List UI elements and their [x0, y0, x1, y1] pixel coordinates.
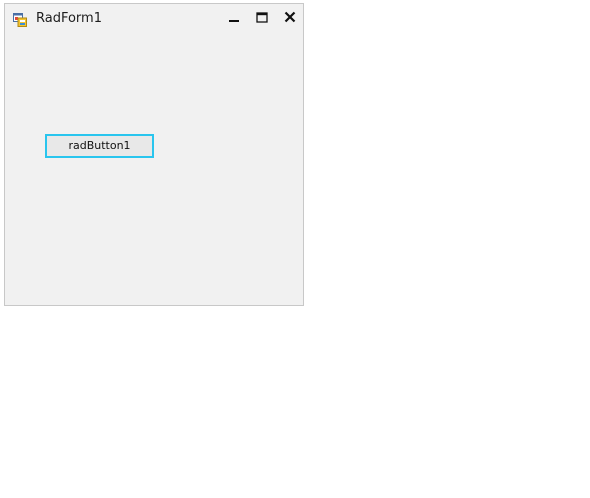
minimize-button[interactable] [223, 8, 245, 28]
app-form-icon [13, 12, 27, 27]
minimize-icon [229, 20, 239, 22]
maximize-button[interactable] [251, 8, 273, 28]
maximize-icon [256, 12, 268, 23]
rad-form-window: RadForm1 radButton1 [4, 3, 304, 306]
rad-button-1[interactable]: radButton1 [45, 134, 154, 158]
close-button[interactable] [279, 8, 301, 28]
window-title: RadForm1 [36, 11, 102, 26]
title-bar[interactable]: RadForm1 [5, 4, 303, 32]
close-icon [284, 11, 296, 23]
